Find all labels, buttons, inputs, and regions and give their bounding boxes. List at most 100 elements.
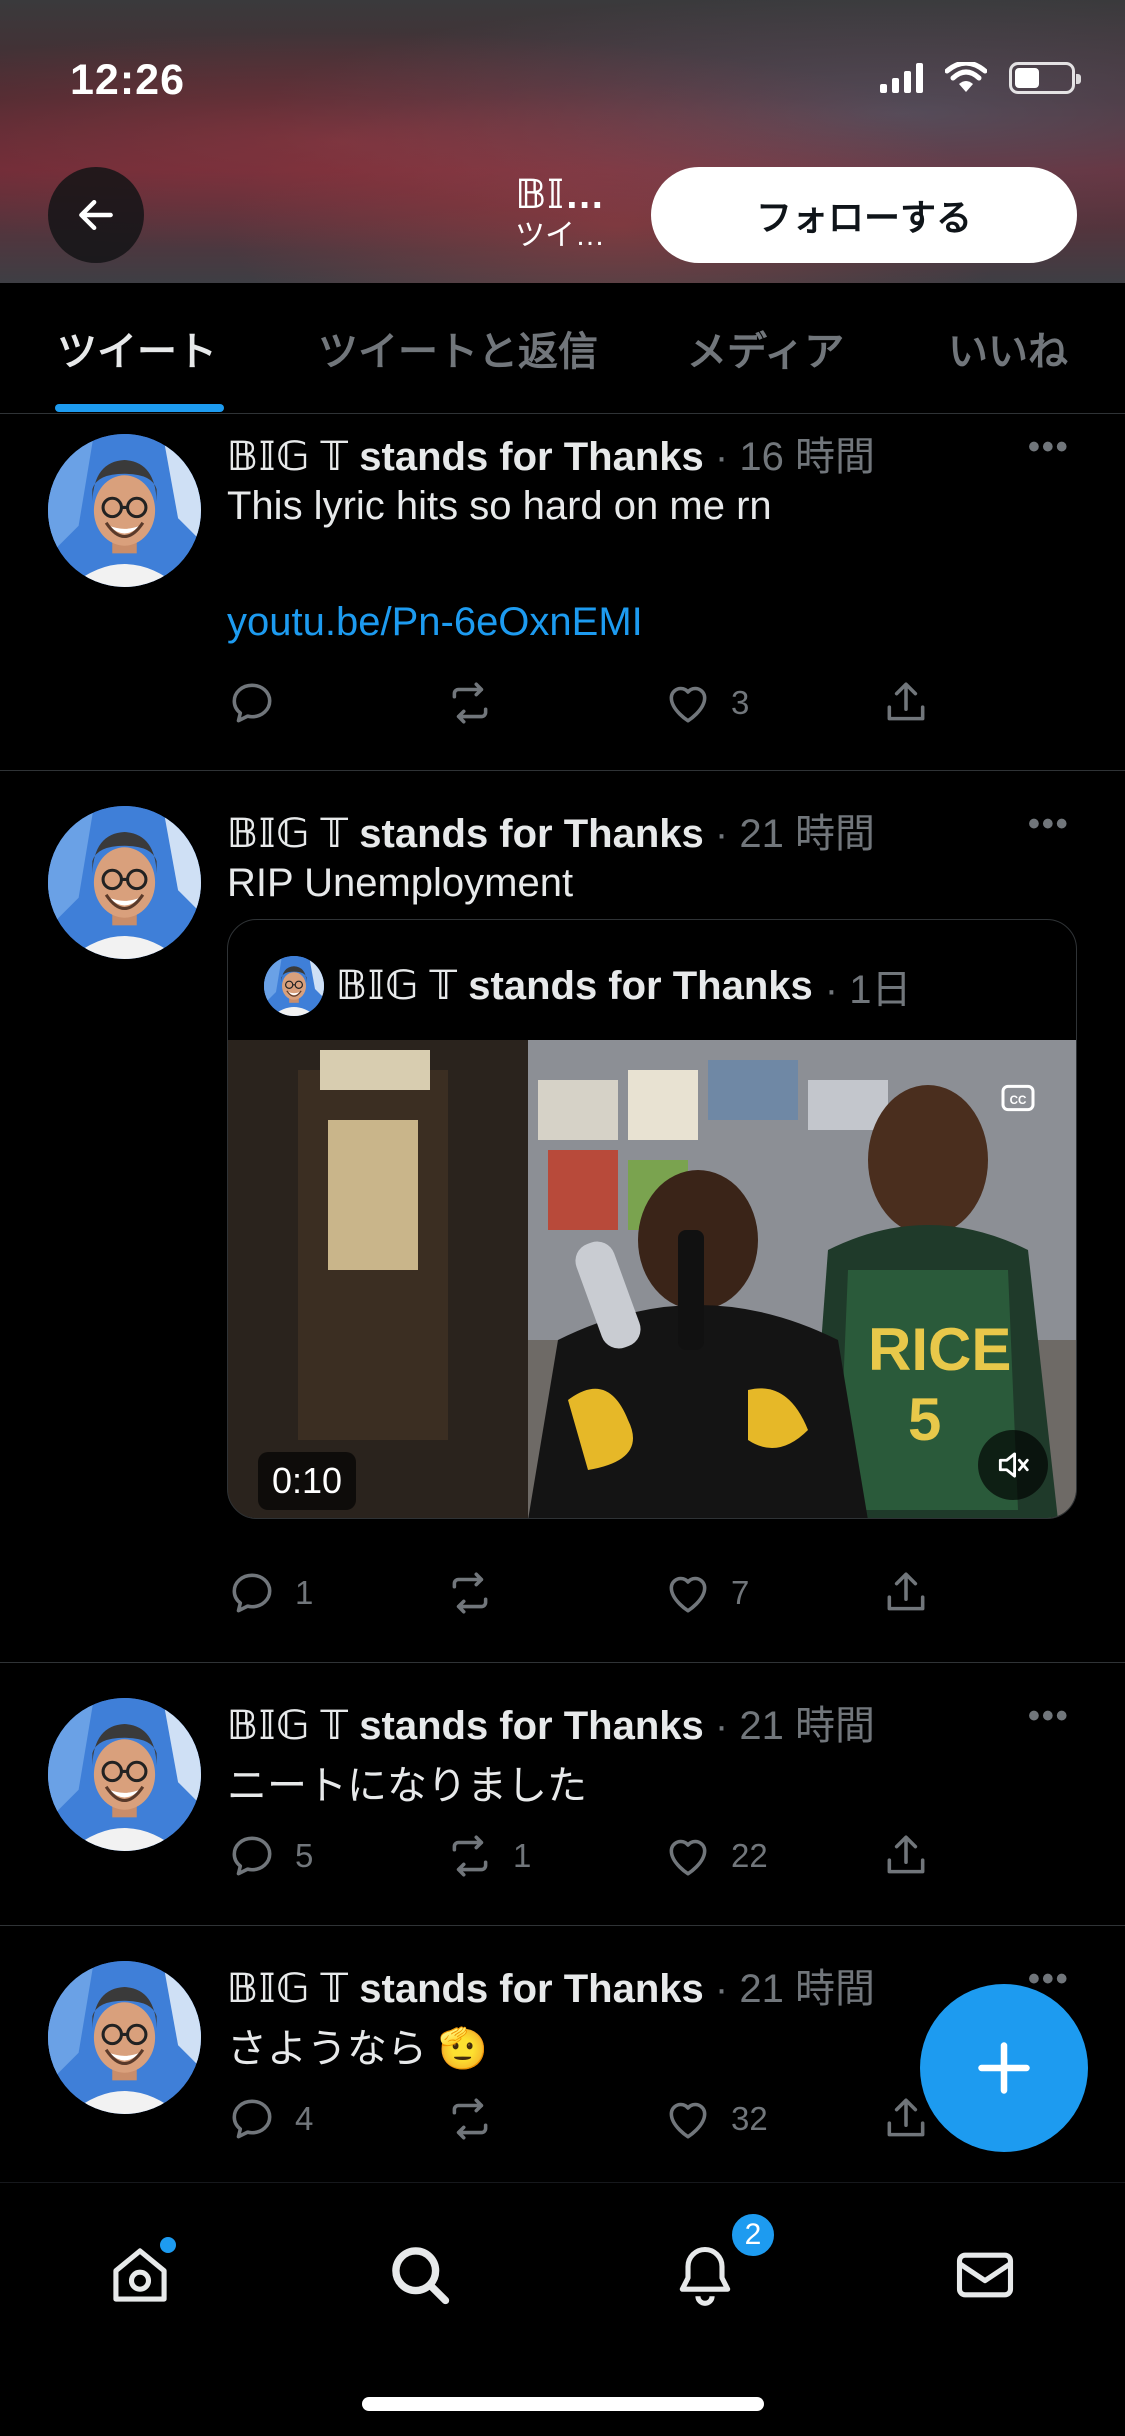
heart-icon xyxy=(663,1568,713,1618)
profile-title: 𝔹𝕀… ツイ… xyxy=(500,172,620,254)
status-time: 12:26 xyxy=(70,56,185,104)
volume-muted-icon xyxy=(998,1452,1029,1478)
tweet-header: 𝔹𝕀𝔾 𝕋 stands for Thanks · 21 時間 xyxy=(227,1956,875,2014)
more-icon[interactable]: ••• xyxy=(1028,1697,1070,1736)
more-icon[interactable]: ••• xyxy=(1028,428,1070,467)
avatar[interactable] xyxy=(48,434,201,587)
svg-text:RICE: RICE xyxy=(868,1316,1011,1383)
tab-likes[interactable]: いいね xyxy=(948,319,1068,377)
like-button[interactable]: 32 xyxy=(663,2094,768,2144)
reply-button[interactable] xyxy=(227,678,295,728)
retweet-icon xyxy=(445,1568,495,1618)
retweet-icon xyxy=(445,2094,495,2144)
home-unread-dot xyxy=(160,2237,176,2253)
mail-icon xyxy=(956,2252,1014,2298)
video-duration: 0:10 xyxy=(258,1452,357,1510)
reply-count: 4 xyxy=(295,2100,314,2137)
like-button[interactable]: 7 xyxy=(663,1568,749,1618)
tweet-header: 𝔹𝕀𝔾 𝕋 stands for Thanks · 21 時間 xyxy=(227,1693,875,1751)
search-icon xyxy=(392,2247,450,2305)
tweet-count: ツイ… xyxy=(515,219,605,252)
reply-icon xyxy=(227,1831,277,1881)
video-thumbnail: RICE 5 xyxy=(228,1040,1076,1518)
heart-icon xyxy=(663,678,713,728)
author-name[interactable]: 𝔹𝕀𝔾 𝕋 stands for Thanks xyxy=(227,1967,704,2011)
nav-notifications[interactable]: 2 xyxy=(665,2211,777,2315)
avatar[interactable] xyxy=(48,806,201,959)
share-button[interactable] xyxy=(881,1831,931,1881)
svg-text:CC: CC xyxy=(1010,1094,1027,1107)
author-name[interactable]: 𝔹𝕀𝔾 𝕋 stands for Thanks xyxy=(227,1704,704,1748)
profile-tabs: ツイート ツイートと返信 メディア いいね xyxy=(0,283,1125,414)
tweet-time: · 16 時間 xyxy=(714,435,875,479)
tweet-text: RIP Unemployment xyxy=(227,861,574,905)
like-button[interactable]: 22 xyxy=(663,1831,768,1881)
wifi-icon xyxy=(945,62,987,92)
tweet-time: · 21 時間 xyxy=(714,812,875,856)
like-button[interactable]: 3 xyxy=(663,678,749,728)
tab-media[interactable]: メディア xyxy=(687,319,844,377)
reply-icon xyxy=(227,2094,277,2144)
like-count: 32 xyxy=(731,2100,768,2137)
nav-home[interactable] xyxy=(100,2235,180,2315)
share-icon xyxy=(881,2094,931,2144)
tweet-text: ニートになりました xyxy=(227,1764,587,1808)
heart-icon xyxy=(663,1831,713,1881)
captions-icon[interactable]: CC xyxy=(998,1078,1038,1118)
like-count: 22 xyxy=(731,1837,768,1874)
reply-button[interactable]: 5 xyxy=(227,1831,313,1881)
nav-search[interactable] xyxy=(380,2235,460,2315)
share-icon xyxy=(881,1568,931,1618)
compose-tweet-button[interactable] xyxy=(920,1984,1088,2152)
follow-button[interactable]: フォローする xyxy=(651,167,1077,263)
share-button[interactable] xyxy=(881,1568,931,1618)
nav-messages[interactable] xyxy=(945,2235,1025,2315)
tab-tweets-and-replies[interactable]: ツイートと返信 xyxy=(318,319,598,377)
video-player[interactable]: RICE 5 CC 0:10 xyxy=(228,1040,1076,1518)
avatar[interactable] xyxy=(48,1961,201,2114)
profile-name: 𝔹𝕀… xyxy=(515,173,605,217)
svg-text:5: 5 xyxy=(908,1386,941,1453)
battery-icon xyxy=(1009,62,1081,94)
tweet[interactable]: 𝔹𝕀𝔾 𝕋 stands for Thanks · 16 時間 ••• This… xyxy=(0,414,1125,771)
tab-tweets[interactable]: ツイート xyxy=(57,319,217,377)
retweet-button[interactable] xyxy=(445,2094,513,2144)
back-button[interactable] xyxy=(48,167,144,263)
tweet[interactable]: 𝔹𝕀𝔾 𝕋 stands for Thanks · 21 時間 ••• RIP … xyxy=(0,771,1125,1663)
retweet-icon xyxy=(445,678,495,728)
tweet-header: 𝔹𝕀𝔾 𝕋 stands for Thanks · 16 時間 xyxy=(227,424,875,482)
tweet-header: 𝔹𝕀𝔾 𝕋 stands for Thanks · 21 時間 xyxy=(227,801,875,859)
tweet-actions: 5 1 22 xyxy=(227,1831,947,1881)
quote-author: 𝔹𝕀𝔾 𝕋 stands for Thanks xyxy=(336,964,813,1008)
retweet-button[interactable] xyxy=(445,1568,513,1618)
author-name[interactable]: 𝔹𝕀𝔾 𝕋 stands for Thanks xyxy=(227,812,704,856)
battery-level xyxy=(1015,68,1040,88)
reply-button[interactable]: 1 xyxy=(227,1568,313,1618)
avatar[interactable] xyxy=(48,1698,201,1851)
mute-button[interactable] xyxy=(978,1430,1048,1500)
retweet-button[interactable] xyxy=(445,678,513,728)
share-button[interactable] xyxy=(881,2094,931,2144)
quoted-tweet[interactable]: 𝔹𝕀𝔾 𝕋 stands for Thanks · 1日 RICE 5 CC 0… xyxy=(227,919,1077,1519)
tweet-time: · 21 時間 xyxy=(714,1704,875,1748)
reply-button[interactable]: 4 xyxy=(227,2094,313,2144)
author-name[interactable]: 𝔹𝕀𝔾 𝕋 stands for Thanks xyxy=(227,435,704,479)
more-icon[interactable]: ••• xyxy=(1028,805,1070,844)
quote-avatar xyxy=(264,956,324,1016)
retweet-icon xyxy=(445,1831,495,1881)
status-icons xyxy=(880,62,1081,94)
plus-icon xyxy=(978,2042,1030,2094)
arrow-left-icon xyxy=(79,199,113,231)
tweet-link[interactable]: youtu.be/Pn-6eOxnEMI xyxy=(227,600,643,645)
like-count: 7 xyxy=(731,1574,750,1611)
tweet-text: This lyric hits so hard on me rn xyxy=(227,484,772,528)
home-indicator[interactable] xyxy=(362,2397,764,2411)
share-button[interactable] xyxy=(881,678,931,728)
share-icon xyxy=(881,1831,931,1881)
reply-icon xyxy=(227,678,277,728)
tweet[interactable]: 𝔹𝕀𝔾 𝕋 stands for Thanks · 21 時間 ••• ニートに… xyxy=(0,1663,1125,1926)
like-count: 3 xyxy=(731,684,750,721)
signal-icon xyxy=(880,63,923,93)
retweet-button[interactable]: 1 xyxy=(445,1831,531,1881)
quote-time: · 1日 xyxy=(824,968,912,1012)
